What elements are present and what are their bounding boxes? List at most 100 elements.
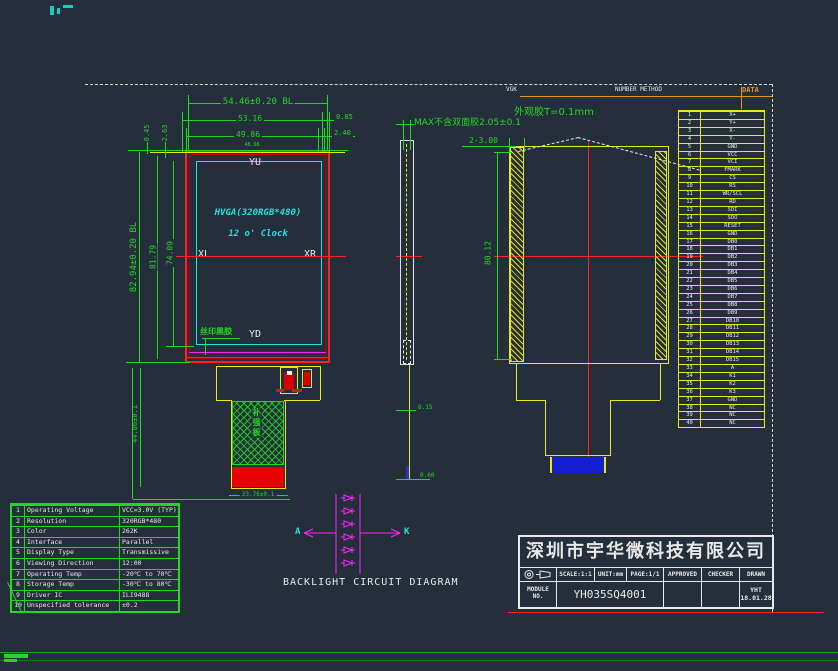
ext-line xyxy=(524,138,525,152)
pin-number: 14 xyxy=(679,215,701,222)
pin-number: 33 xyxy=(679,365,701,372)
pin-row: 27 DB10 xyxy=(679,317,764,325)
spec-value: ±0.2 xyxy=(120,601,178,611)
display-mode-text: HVGA(320RGB*480) xyxy=(190,208,326,218)
pin-row: 16 GND xyxy=(679,230,764,238)
fpc-shoulder-right xyxy=(320,366,321,400)
page-edge-red-line xyxy=(508,612,824,613)
header-label-number-method: NUMBER METHOD xyxy=(615,86,662,93)
pin-number: 15 xyxy=(679,223,701,230)
pin-name: RS xyxy=(701,183,764,190)
pin-name: VCC xyxy=(701,152,764,159)
screen-artifact3 xyxy=(63,5,73,8)
note-glue: 外观胶T=0.1mm xyxy=(512,103,596,118)
dim-offset-085: 0.85 xyxy=(334,113,355,121)
spec-item: Storage Temp xyxy=(25,580,120,590)
touch-label-xl: XL xyxy=(197,249,211,260)
pin-row: 20 DB3 xyxy=(679,261,764,269)
fpc-marking2 xyxy=(292,389,302,392)
spec-item: Driver IC xyxy=(25,591,120,601)
pin-name: DB15 xyxy=(701,357,764,364)
pin-name: Y+ xyxy=(701,120,764,127)
backlight-anode-label: A xyxy=(295,527,300,537)
touch-label-xr: XR xyxy=(303,249,317,260)
dim-width-outline: 54.46±0.20 BL xyxy=(221,97,295,107)
pin-row: 6 VCC xyxy=(679,151,764,159)
bottom-left-marks xyxy=(4,654,28,658)
side-glass-strip-right xyxy=(655,151,667,360)
dim-line xyxy=(462,146,516,147)
pin-name: SDI xyxy=(701,207,764,214)
pin-number: 1 xyxy=(679,112,701,119)
pin-row: 29 DB12 xyxy=(679,332,764,340)
projection-symbol-cell xyxy=(520,568,557,581)
spec-value: -30℃ to 80℃ xyxy=(120,580,178,590)
spec-value: 12:00 xyxy=(120,559,178,569)
spec-value: 262K xyxy=(120,527,178,537)
pin-row: 14 SDO xyxy=(679,214,764,222)
pin-name: WR/SCL xyxy=(701,191,764,198)
spec-item: Operating Temp xyxy=(25,570,120,580)
spec-value: Parallel xyxy=(120,538,178,548)
pin-number: 10 xyxy=(679,183,701,190)
pin-row: 5 GND xyxy=(679,143,764,151)
pin-number: 2 xyxy=(679,120,701,127)
touch-label-yd: YD xyxy=(249,329,261,340)
screen-artifact xyxy=(50,6,54,15)
screen-artifact2 xyxy=(57,8,60,14)
spec-item: Operating Voltage xyxy=(25,506,120,516)
pin-number: 16 xyxy=(679,231,701,238)
spec-row: 6 Viewing Direction 12:00 xyxy=(12,558,178,569)
fpc-tail-bottom xyxy=(231,488,286,489)
pin-name: NC xyxy=(701,412,764,419)
fpc-tail-right xyxy=(285,400,286,488)
profile-bar-outline xyxy=(400,140,414,365)
side-connector-blue xyxy=(550,457,606,473)
fpc-shoulder-left xyxy=(216,366,217,400)
pin-number: 12 xyxy=(679,199,701,206)
spec-item: Unspecified tolerance xyxy=(25,601,120,611)
scale-label: SCALE:1:1 xyxy=(557,568,595,581)
pin-number: 34 xyxy=(679,373,701,380)
pin-name: A xyxy=(701,365,764,372)
ext-line xyxy=(182,112,183,152)
ext-line xyxy=(165,142,166,158)
page-border-right xyxy=(772,84,773,612)
note-max-thickness: MAX不含双面胶2.05±0.1 xyxy=(412,115,523,128)
dim-line xyxy=(497,152,498,360)
spec-row-number: 4 xyxy=(12,538,25,548)
spec-row: 7 Operating Temp -20℃ to 70℃ xyxy=(12,569,178,580)
drawn-by: YHT xyxy=(740,586,772,594)
ext-line xyxy=(509,138,510,152)
fpc-shoulder-top xyxy=(216,366,320,367)
pin-name: DB6 xyxy=(701,286,764,293)
pin-row: 11 WR/SCL xyxy=(679,190,764,198)
side-glass-strip-left xyxy=(510,147,524,362)
dim-connector-width: 23.76±0.1 xyxy=(240,491,277,498)
unit-label: UNIT:mm xyxy=(595,568,627,581)
backlight-cathode-label: K xyxy=(404,527,409,537)
approved-cell xyxy=(664,582,702,608)
silkscreen-note: 丝印黑胶 xyxy=(200,326,232,337)
pin-number: 18 xyxy=(679,246,701,253)
profile-fpc-line xyxy=(409,365,410,479)
spec-item: Interface xyxy=(25,538,120,548)
pin-number: 3 xyxy=(679,128,701,135)
pin-row: 36 K3 xyxy=(679,388,764,396)
pin-row: 38 NC xyxy=(679,404,764,412)
header-orange-tick xyxy=(741,87,742,109)
pin-number: 36 xyxy=(679,389,701,396)
checker-label: CHECKER xyxy=(702,568,740,581)
pin-row: 40 NC xyxy=(679,419,764,427)
backlight-circuit xyxy=(288,488,418,580)
pin-number: 39 xyxy=(679,412,701,419)
spec-row-number: 3 xyxy=(12,527,25,537)
pin-name: DB1 xyxy=(701,246,764,253)
pin-row: 22 DB5 xyxy=(679,277,764,285)
ext-line xyxy=(322,112,323,152)
spec-row-number: 7 xyxy=(12,570,25,580)
pin-name: DB8 xyxy=(701,302,764,309)
pin-number: 30 xyxy=(679,341,701,348)
dim-offset-263: 2.63 xyxy=(161,125,169,142)
pin-name: RD xyxy=(701,199,764,206)
